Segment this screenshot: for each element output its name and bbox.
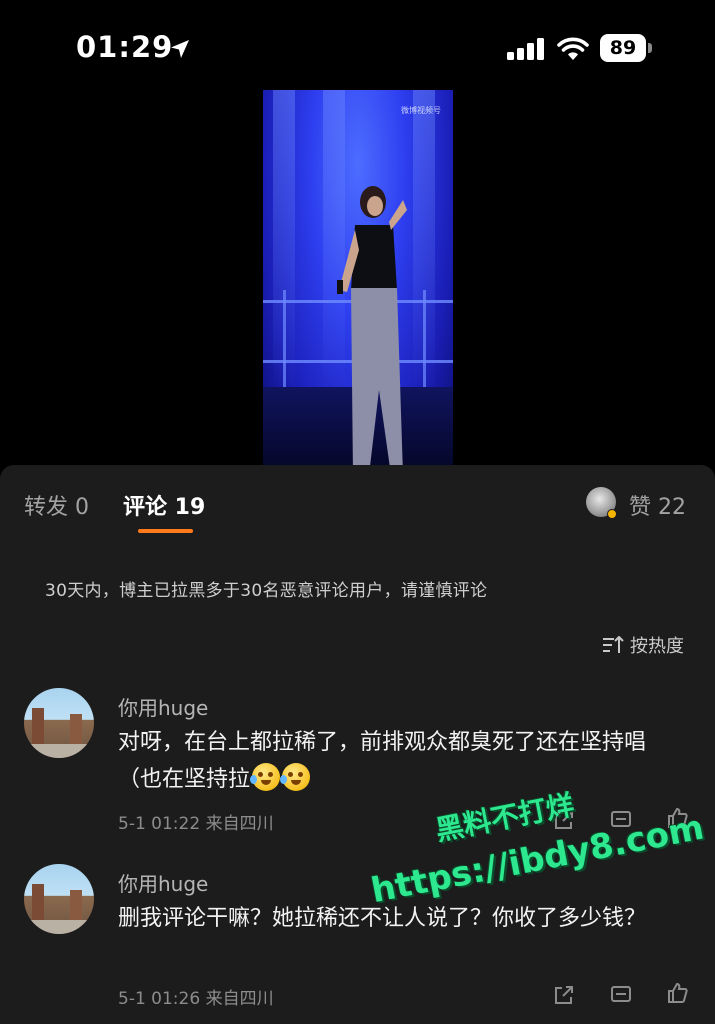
status-time: 01:29 [76,30,174,64]
tab-repost[interactable]: 转发 0 [24,489,89,521]
video-player[interactable]: 微博视频号 [263,90,453,467]
comment-username[interactable]: 你用huge [118,868,208,897]
battery-level: 89 [600,34,646,62]
commenter-avatar[interactable] [24,864,94,934]
tab-likes[interactable]: 赞 22 [629,489,686,521]
video-watermark: 微博视频号 [401,106,441,115]
comment-meta: 5-1 01:26 来自四川 [118,989,274,1009]
reply-icon[interactable] [610,984,632,1006]
laugh-cry-emoji-icon [280,763,311,791]
interaction-tabs: 转发 0 评论 19 赞 22 [0,465,715,545]
commenter-avatar[interactable] [24,688,94,758]
tab-active-indicator [138,529,193,533]
liker-badge-icon [607,509,617,519]
sort-label: 按热度 [630,636,684,657]
battery-indicator: 89 [600,34,652,62]
location-arrow-icon [171,40,189,58]
comment-username[interactable]: 你用huge [118,692,208,721]
share-icon[interactable] [553,984,575,1006]
battery-tip [648,43,652,53]
wifi-icon [557,37,589,60]
comment-item: 你用huge 对呀，在台上都拉稀了，前排观众都臭死了还在坚持唱（也在坚持拉 5-… [0,688,715,838]
comment-meta: 5-1 01:22 来自四川 [118,814,274,834]
like-icon[interactable] [666,982,688,1004]
status-bar: 01:29 89 [0,0,715,95]
comment-item: 你用huge 删我评论干嘛？她拉稀还不让人说了？你收了多少钱？ 5-1 01:2… [0,864,715,1024]
sort-icon [603,636,624,653]
tab-comments[interactable]: 评论 19 [123,489,205,521]
blocking-notice: 30天内，博主已拉黑多于30名恶意评论用户，请谨慎评论 [45,581,488,601]
cellular-signal-icon [507,38,544,60]
laugh-cry-emoji-icon [250,763,281,791]
performer-figure [337,186,407,467]
comment-text: 对呀，在台上都拉稀了，前排观众都臭死了还在坚持唱（也在坚持拉 [118,724,688,798]
